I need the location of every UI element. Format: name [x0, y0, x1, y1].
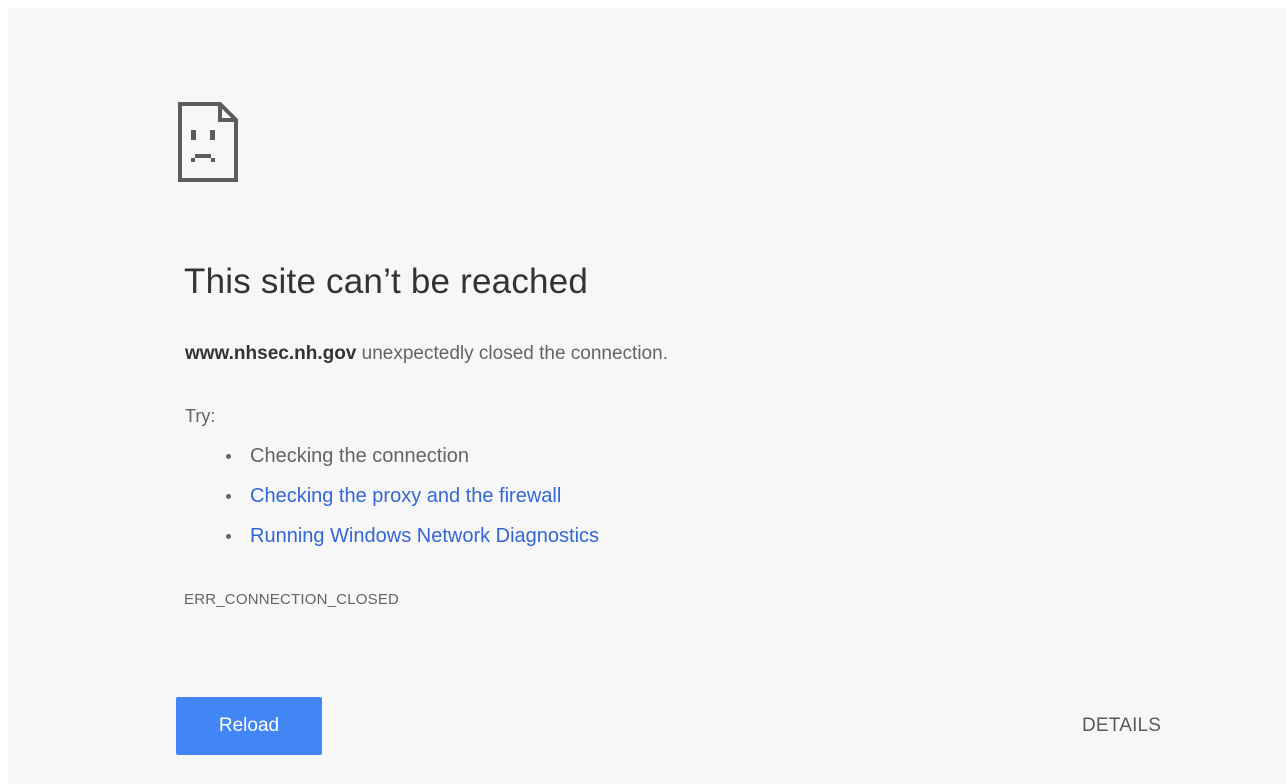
details-button[interactable]: DETAILS	[1062, 710, 1181, 742]
try-label: Try:	[185, 406, 216, 426]
proxy-firewall-link[interactable]: Checking the proxy and the firewall	[250, 485, 561, 507]
error-summary: www.nhsec.nh.gov unexpectedly closed the…	[185, 343, 668, 365]
network-diagnostics-link[interactable]: Running Windows Network Diagnostics	[250, 525, 599, 547]
bullet-icon	[226, 494, 231, 499]
suggestion-check-connection: Checking the connection	[250, 445, 470, 467]
error-code: ERR_CONNECTION_CLOSED	[184, 591, 400, 608]
bullet-icon	[226, 454, 231, 459]
sad-page-icon	[178, 102, 238, 182]
suggestions-list: Checking the connection Checking the pro…	[226, 443, 599, 563]
page-title: This site can’t be reached	[184, 262, 589, 301]
suggestion-item: Checking the connection	[226, 443, 599, 483]
reload-button[interactable]: Reload	[176, 697, 322, 755]
error-message: unexpectedly closed the connection.	[356, 343, 668, 364]
error-host: www.nhsec.nh.gov	[185, 343, 357, 364]
error-page: This site can’t be reached www.nhsec.nh.…	[8, 8, 1286, 784]
suggestion-item: Running Windows Network Diagnostics	[226, 523, 599, 563]
bullet-icon	[226, 534, 231, 539]
suggestion-item: Checking the proxy and the firewall	[226, 483, 599, 523]
